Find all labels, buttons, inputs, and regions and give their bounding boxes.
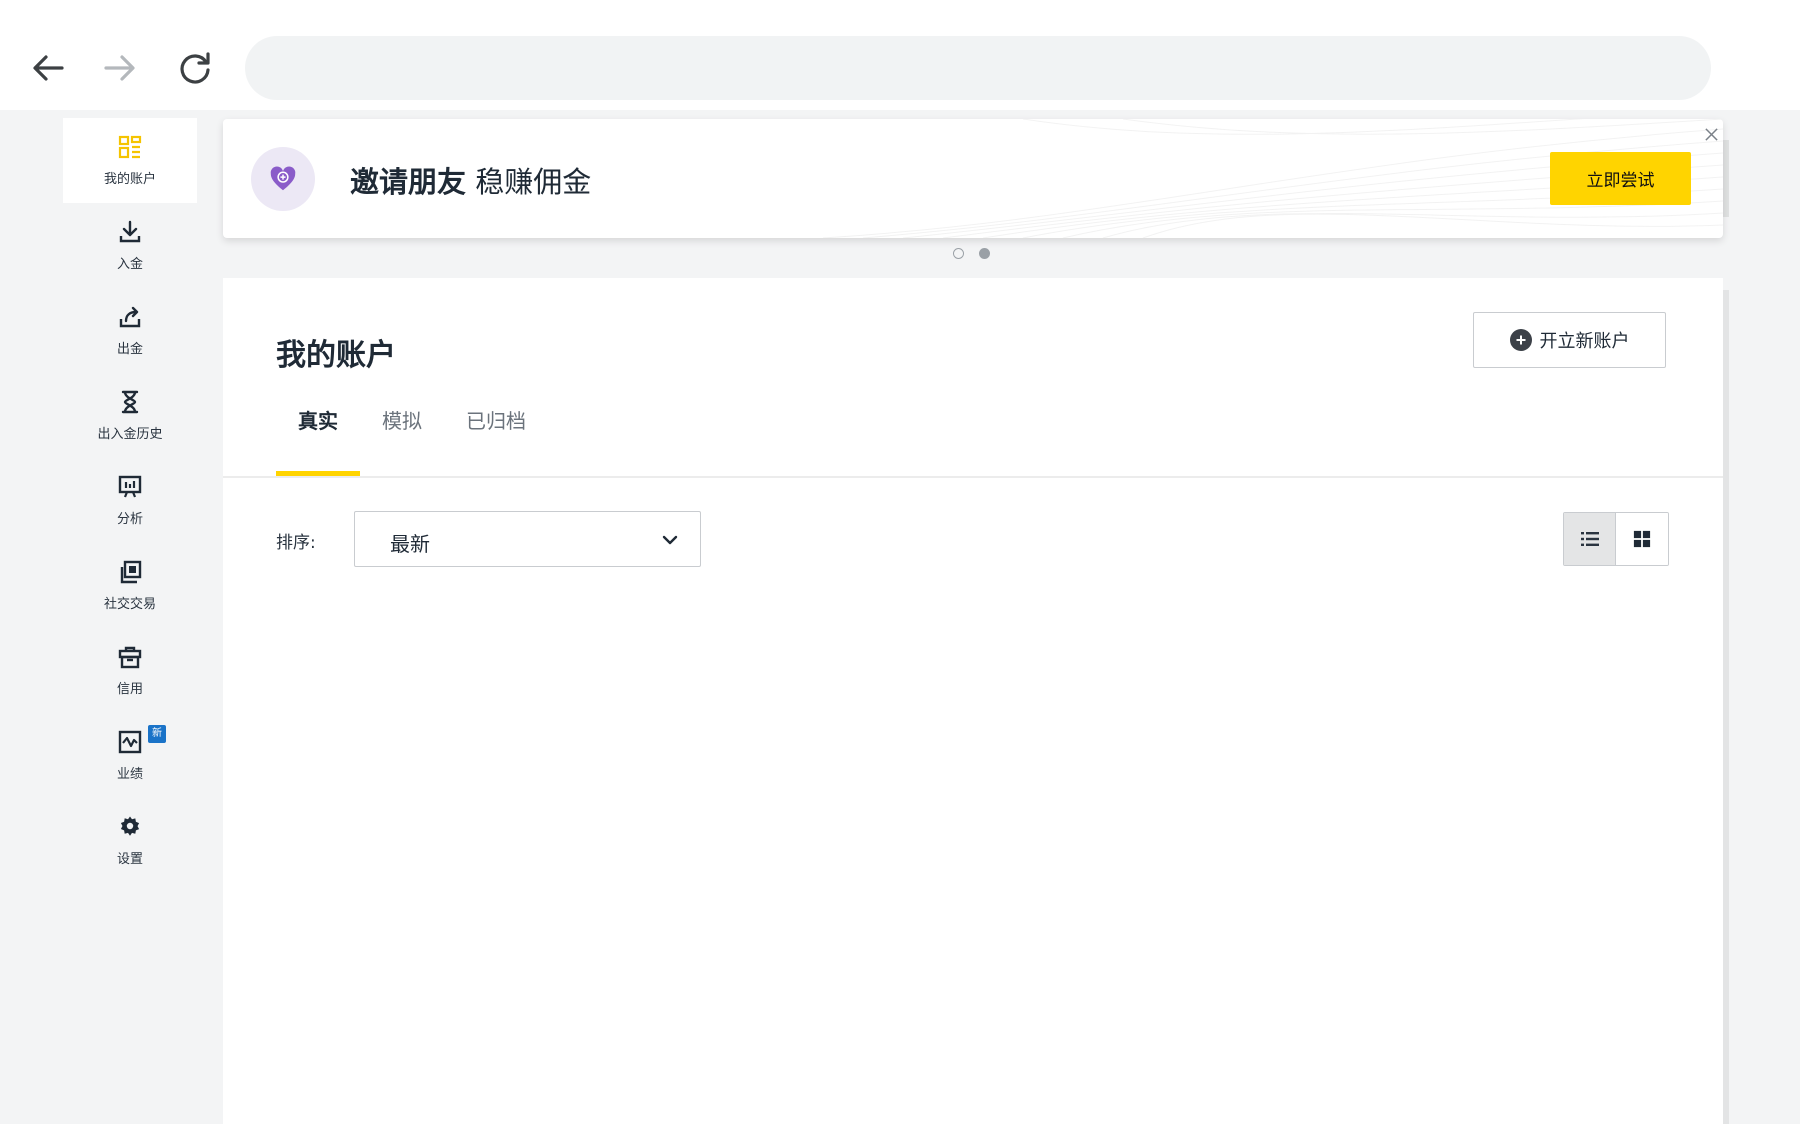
reload-icon <box>180 52 210 84</box>
carousel-dots <box>953 248 990 259</box>
sort-label: 排序: <box>276 533 316 553</box>
sidebar-item-settings[interactable]: 设置 <box>63 798 197 883</box>
arrow-right-icon <box>104 55 135 81</box>
carousel-dot-active[interactable] <box>979 248 990 259</box>
reload-button[interactable] <box>171 44 219 92</box>
heart-plus-icon <box>251 147 315 211</box>
open-new-account-button[interactable]: 开立新账户 <box>1473 312 1666 368</box>
address-bar[interactable] <box>245 36 1711 100</box>
upload-icon <box>117 304 143 330</box>
page-title: 我的账户 <box>276 338 396 373</box>
sidebar-item-history[interactable]: 出入金历史 <box>63 373 197 458</box>
list-icon <box>1580 532 1599 546</box>
plus-circle-icon <box>1509 329 1532 351</box>
promo-banner: 邀请朋友 稳赚佣金 立即尝试 <box>223 119 1723 238</box>
sidebar-item-deposit[interactable]: 入金 <box>63 203 197 288</box>
sidebar-item-label: 出入金历史 <box>97 427 163 442</box>
arrow-left-icon <box>33 55 64 81</box>
download-icon <box>117 219 143 245</box>
tab-real[interactable]: 真实 <box>276 393 360 476</box>
sidebar-item-credit[interactable]: 信用 <box>63 628 197 713</box>
promo-title: 邀请朋友 稳赚佣金 <box>350 159 591 201</box>
dashboard-icon <box>117 134 143 160</box>
back-button[interactable] <box>24 44 72 92</box>
briefcase-icon <box>117 644 143 670</box>
sidebar-item-label: 分析 <box>116 512 143 527</box>
sidebar-item-label: 出金 <box>116 342 143 357</box>
sidebar: 我的账户 入金 出金 出入金历史 分析 社交交易 信用 新 业绩 设置 <box>63 118 197 883</box>
grid-view-button[interactable] <box>1616 513 1668 565</box>
sidebar-item-label: 入金 <box>116 257 143 272</box>
sidebar-item-social-trading[interactable]: 社交交易 <box>63 543 197 628</box>
promo-title-bold: 邀请朋友 <box>350 165 467 199</box>
view-toggle <box>1563 512 1669 566</box>
sidebar-item-analysis[interactable]: 分析 <box>63 458 197 543</box>
try-now-button[interactable]: 立即尝试 <box>1550 152 1691 205</box>
hourglass-icon <box>117 389 143 415</box>
sidebar-item-performance[interactable]: 新 业绩 <box>63 713 197 798</box>
list-view-button[interactable] <box>1564 513 1617 565</box>
chart-board-icon <box>117 474 143 500</box>
panel-shadow <box>1723 290 1729 1124</box>
new-badge: 新 <box>148 725 166 743</box>
sidebar-item-label: 信用 <box>116 682 143 697</box>
tabs-divider <box>223 476 1723 478</box>
carousel-dot[interactable] <box>953 248 964 259</box>
performance-icon <box>117 729 143 755</box>
open-new-account-label: 开立新账户 <box>1539 331 1630 352</box>
tab-archived[interactable]: 已归档 <box>444 393 548 476</box>
sort-value: 最新 <box>390 532 430 556</box>
account-type-tabs: 真实 模拟 已归档 <box>276 393 548 476</box>
close-banner-button[interactable] <box>1700 123 1722 145</box>
sidebar-item-label: 社交交易 <box>103 597 156 612</box>
browser-toolbar <box>0 0 1800 110</box>
promo-title-rest: 稳赚佣金 <box>475 165 592 199</box>
tab-demo[interactable]: 模拟 <box>360 393 444 476</box>
forward-button[interactable] <box>96 44 144 92</box>
sidebar-item-label: 设置 <box>116 852 143 867</box>
copy-icon <box>117 559 143 585</box>
sidebar-item-label: 我的账户 <box>103 172 156 187</box>
chevron-down-icon <box>662 535 678 545</box>
accounts-panel: 我的账户 开立新账户 真实 模拟 已归档 排序: 最新 <box>223 278 1723 1124</box>
grid-icon <box>1633 530 1651 548</box>
sidebar-item-withdraw[interactable]: 出金 <box>63 288 197 373</box>
gear-icon <box>117 814 143 840</box>
sort-select[interactable]: 最新 <box>354 511 701 567</box>
sidebar-item-label: 业绩 <box>116 767 143 782</box>
close-icon <box>1704 127 1718 141</box>
sidebar-item-my-account[interactable]: 我的账户 <box>63 118 197 203</box>
banner-shadow <box>1722 140 1729 217</box>
